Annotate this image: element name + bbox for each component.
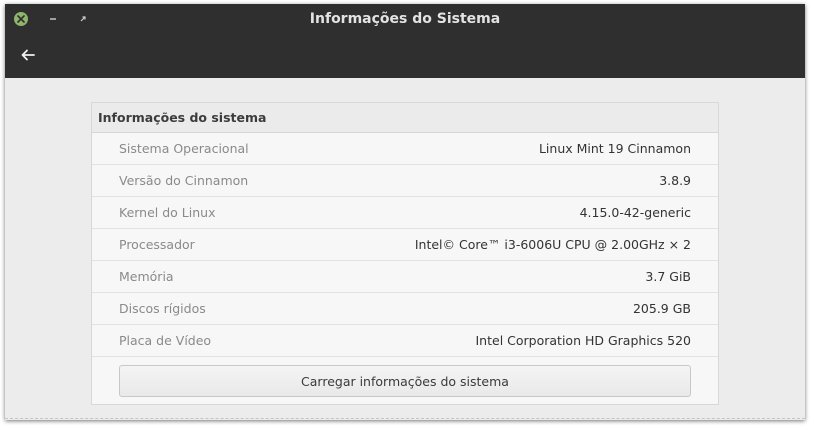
load-system-info-button[interactable]: Carregar informações do sistema — [119, 365, 691, 397]
row-label: Placa de Vídeo — [119, 333, 212, 348]
titlebar[interactable]: Informações do Sistema — [5, 4, 805, 78]
row-value: Linux Mint 19 Cinnamon — [538, 141, 691, 156]
info-row-processor: Processador Intel© Core™ i3-6006U CPU @ … — [92, 229, 718, 261]
row-value: Intel Corporation HD Graphics 520 — [475, 333, 692, 348]
row-label: Sistema Operacional — [119, 141, 249, 156]
info-row-cinnamon-version: Versão do Cinnamon 3.8.9 — [92, 165, 718, 197]
info-row-disks: Discos rígidos 205.9 GB — [92, 293, 718, 325]
back-button[interactable] — [15, 44, 41, 66]
info-row-memory: Memória 3.7 GiB — [92, 261, 718, 293]
info-row-graphics: Placa de Vídeo Intel Corporation HD Grap… — [92, 325, 718, 357]
info-row-kernel: Kernel do Linux 4.15.0-42-generic — [92, 197, 718, 229]
system-info-window: Informações do Sistema Informações do si… — [5, 4, 805, 420]
panel-header: Informações do sistema — [92, 103, 718, 133]
row-label: Memória — [119, 269, 174, 284]
info-row-os: Sistema Operacional Linux Mint 19 Cinnam… — [92, 133, 718, 165]
row-value: 205.9 GB — [632, 301, 691, 316]
row-value: 4.15.0-42-generic — [579, 205, 691, 220]
window-title: Informações do Sistema — [309, 11, 501, 27]
row-label: Versão do Cinnamon — [119, 173, 249, 188]
window-bottom-edge — [5, 418, 805, 420]
row-value: 3.7 GiB — [645, 269, 691, 284]
back-arrow-icon — [21, 49, 35, 61]
row-label: Processador — [119, 237, 195, 252]
row-label: Discos rígidos — [119, 301, 206, 316]
row-value: 3.8.9 — [659, 173, 691, 188]
system-info-panel: Informações do sistema Sistema Operacion… — [91, 102, 719, 405]
row-value: Intel© Core™ i3-6006U CPU @ 2.00GHz × 2 — [414, 237, 691, 252]
row-label: Kernel do Linux — [119, 205, 216, 220]
